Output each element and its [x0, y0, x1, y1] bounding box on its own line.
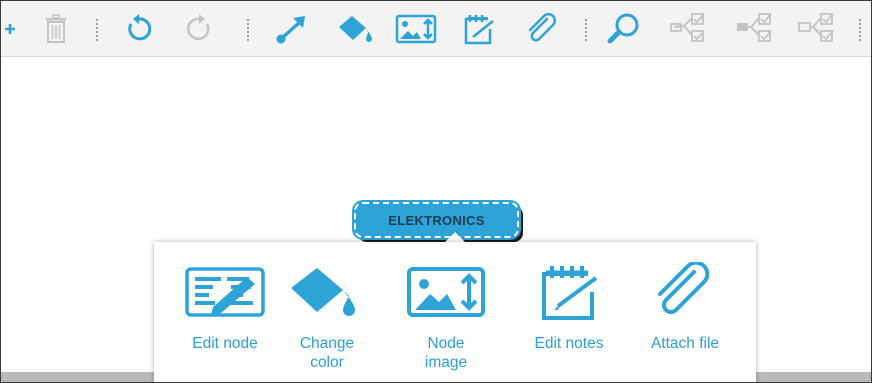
mindmap-node[interactable]: ELEKTRONICS [352, 200, 521, 240]
edit-node-icon [180, 262, 270, 322]
mindmap-editor: ELEKTRONICS Edit node Change color Node … [0, 0, 872, 383]
checklist-icon[interactable] [665, 13, 721, 45]
toolbar-separator [96, 19, 98, 41]
action-label: Change color [299, 335, 355, 371]
attachment-icon [640, 262, 730, 322]
action-label: Node image [424, 335, 468, 371]
notes-icon [524, 262, 614, 322]
node-image-button[interactable]: Node image [391, 262, 501, 372]
search-icon[interactable] [603, 13, 645, 45]
edit-notes-button[interactable]: Edit notes [514, 262, 624, 353]
action-label: Edit notes [534, 335, 604, 352]
edit-node-button[interactable]: Edit node [170, 262, 280, 353]
change-color-button[interactable]: Change color [272, 262, 382, 372]
toolbar-separator [247, 19, 249, 41]
checklist-filled-icon[interactable] [731, 13, 787, 45]
image-icon[interactable] [393, 13, 439, 45]
notes-icon[interactable] [457, 13, 501, 45]
node-title: ELEKTRONICS [388, 212, 485, 228]
fill-color-icon [282, 262, 372, 322]
connect-arrow-icon[interactable] [271, 13, 311, 45]
action-label: Edit node [192, 335, 258, 352]
trash-icon[interactable] [39, 13, 73, 45]
attachment-icon[interactable] [521, 13, 563, 45]
undo-icon[interactable] [119, 13, 157, 45]
action-label: Attach file [650, 335, 720, 352]
add-icon[interactable] [3, 13, 17, 45]
node-action-popup: Edit node Change color Node image Edit n… [154, 242, 756, 382]
toolbar-separator [585, 19, 587, 41]
attach-file-button[interactable]: Attach file [630, 262, 740, 353]
toolbar [1, 1, 871, 57]
checklist-outline-icon[interactable] [793, 13, 849, 45]
node-image-icon [401, 262, 491, 322]
toolbar-separator [859, 19, 861, 41]
fill-color-icon[interactable] [333, 13, 379, 45]
redo-icon[interactable] [181, 13, 219, 45]
